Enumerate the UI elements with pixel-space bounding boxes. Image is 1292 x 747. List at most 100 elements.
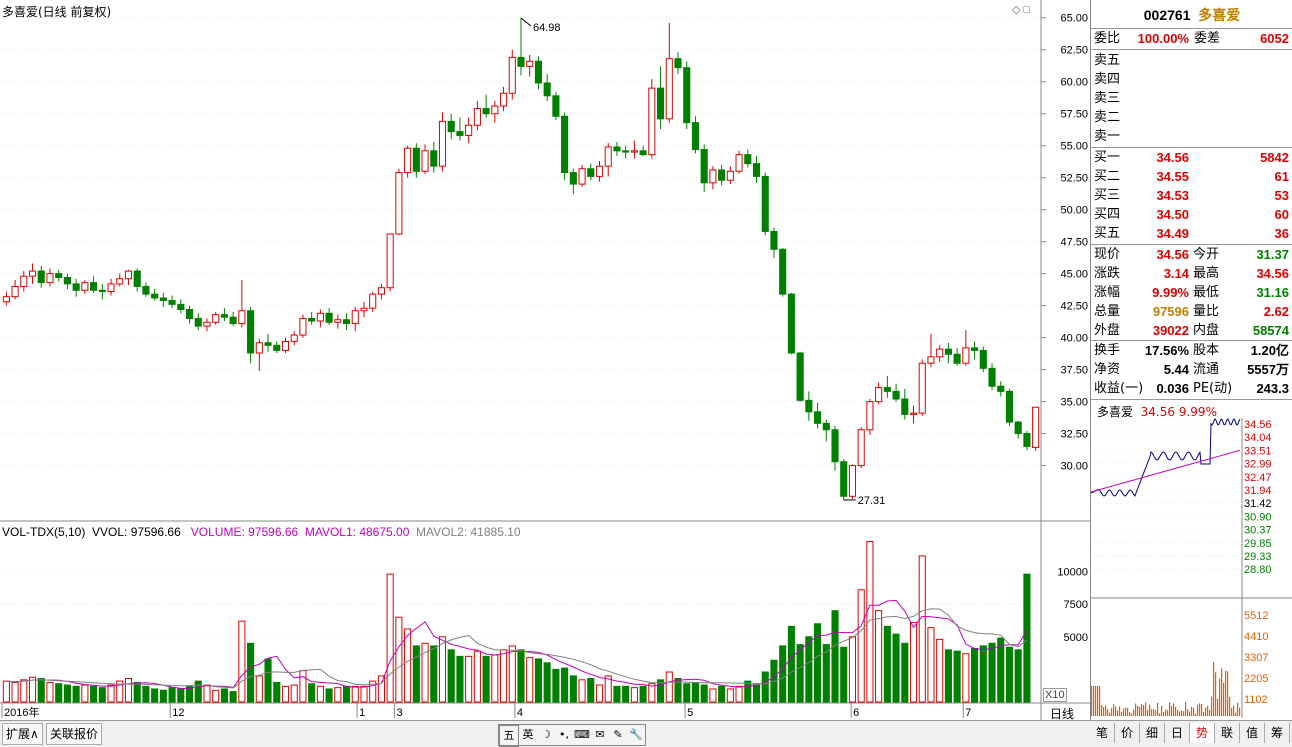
right-tab[interactable]: 筹	[1265, 723, 1290, 743]
volume-bar[interactable]	[588, 679, 594, 702]
volume-bar[interactable]	[876, 611, 882, 702]
candle[interactable]	[553, 92, 559, 120]
volume-bar[interactable]	[553, 669, 559, 702]
volume-bar[interactable]	[1006, 647, 1012, 702]
volume-bar[interactable]	[134, 682, 140, 702]
volume-bar[interactable]	[483, 656, 489, 702]
volume-bar[interactable]	[317, 686, 323, 702]
candle[interactable]	[867, 399, 873, 435]
volume-bar[interactable]	[614, 686, 620, 702]
candle[interactable]	[919, 359, 925, 415]
volume-bar[interactable]	[623, 686, 629, 702]
english-mode-icon[interactable]: 英	[519, 725, 537, 745]
wrench-icon[interactable]: 🔧	[627, 725, 645, 745]
volume-bar[interactable]	[3, 681, 9, 702]
volume-bar[interactable]	[213, 690, 219, 702]
volume-bar[interactable]	[143, 686, 149, 702]
volume-bar[interactable]	[596, 685, 602, 702]
candle[interactable]	[649, 79, 655, 158]
volume-bar[interactable]	[562, 668, 568, 702]
volume-bar[interactable]	[806, 637, 812, 702]
volume-bar[interactable]	[282, 686, 288, 702]
volume-bar[interactable]	[64, 685, 70, 702]
punctuation-icon[interactable]: •,	[555, 725, 573, 745]
volume-bar[interactable]	[797, 645, 803, 702]
tab-related-quotes[interactable]: 关联报价	[46, 723, 102, 745]
volume-bar[interactable]	[248, 643, 254, 702]
volume-bar[interactable]	[221, 689, 227, 702]
volume-bar[interactable]	[972, 649, 978, 702]
candle[interactable]	[300, 315, 306, 338]
candle[interactable]	[684, 61, 690, 129]
candle[interactable]	[797, 352, 803, 402]
chart-settings-icon[interactable]: ◇ □	[1012, 3, 1030, 16]
candle[interactable]	[788, 293, 794, 354]
mail-icon[interactable]: ✉	[591, 725, 609, 745]
right-tab[interactable]: 价	[1115, 723, 1140, 743]
volume-bar[interactable]	[309, 684, 315, 702]
volume-bar[interactable]	[195, 681, 201, 702]
volume-bar[interactable]	[893, 634, 899, 702]
moon-icon[interactable]: ☽	[537, 725, 555, 745]
volume-bar[interactable]	[727, 689, 733, 702]
candle[interactable]	[980, 347, 986, 373]
volume-bar[interactable]	[544, 663, 550, 702]
candle[interactable]	[780, 248, 786, 297]
volume-bar[interactable]	[56, 684, 62, 702]
volume-bar[interactable]	[518, 650, 524, 702]
volume-bar[interactable]	[937, 639, 943, 702]
volume-bar[interactable]	[640, 686, 646, 702]
volume-bar[interactable]	[492, 655, 498, 702]
candle[interactable]	[1033, 407, 1039, 451]
volume-bar[interactable]	[361, 686, 367, 702]
volume-bar[interactable]	[954, 651, 960, 702]
volume-bar[interactable]	[710, 689, 716, 702]
intraday-chart[interactable]: 34.5634.0433.5132.9932.4731.9431.4230.90…	[1091, 418, 1292, 718]
volume-bar[interactable]	[291, 685, 297, 702]
volume-bar[interactable]	[431, 646, 437, 702]
candle[interactable]	[849, 464, 855, 499]
volume-bar[interactable]	[788, 626, 794, 702]
volume-bar[interactable]	[1024, 574, 1030, 702]
volume-bar[interactable]	[980, 646, 986, 702]
candle[interactable]	[405, 146, 411, 178]
candle[interactable]	[439, 112, 445, 171]
volume-bar[interactable]	[47, 682, 53, 702]
volume-bar[interactable]	[998, 638, 1004, 702]
volume-bar[interactable]	[753, 684, 759, 702]
volume-bar[interactable]	[466, 656, 472, 702]
volume-bar[interactable]	[474, 651, 480, 702]
volume-bar[interactable]	[919, 556, 925, 702]
volume-bar[interactable]	[989, 643, 995, 702]
volume-bar[interactable]	[413, 646, 419, 702]
kline-chart[interactable]: 64.98 27.31 65.00 62.50 60.00 57.50 55.00 52.5…	[0, 0, 1090, 746]
volume-bar[interactable]	[378, 676, 384, 702]
volume-bar[interactable]	[274, 682, 280, 702]
candle[interactable]	[762, 173, 768, 236]
candle[interactable]	[509, 50, 515, 100]
vol-indicator-name[interactable]: VOL-TDX(5,10)	[2, 525, 85, 539]
tab-expand[interactable]: 扩展∧	[2, 723, 43, 745]
right-tab[interactable]: 联	[1215, 723, 1240, 743]
volume-bar[interactable]	[239, 621, 245, 702]
volume-bar[interactable]	[858, 590, 864, 702]
volume-bar[interactable]	[963, 654, 969, 702]
volume-bar[interactable]	[692, 682, 698, 702]
volume-bar[interactable]	[457, 656, 463, 702]
volume-bar[interactable]	[230, 692, 236, 702]
volume-bar[interactable]	[684, 684, 690, 702]
volume-bar[interactable]	[300, 671, 306, 702]
volume-bar[interactable]	[884, 626, 890, 702]
volume-bar[interactable]	[326, 689, 332, 702]
keyboard-icon[interactable]: ⌨	[573, 725, 591, 745]
candle[interactable]	[396, 169, 402, 236]
volume-bar[interactable]	[160, 690, 166, 702]
volume-bar[interactable]	[21, 680, 27, 702]
right-tab[interactable]: 笔	[1090, 723, 1115, 743]
volume-bar[interactable]	[265, 659, 271, 702]
volume-bar[interactable]	[910, 622, 916, 702]
right-tab[interactable]: 值	[1240, 723, 1265, 743]
volume-bar[interactable]	[527, 658, 533, 702]
right-tab[interactable]: 势	[1190, 723, 1215, 743]
volume-bar[interactable]	[501, 650, 507, 702]
